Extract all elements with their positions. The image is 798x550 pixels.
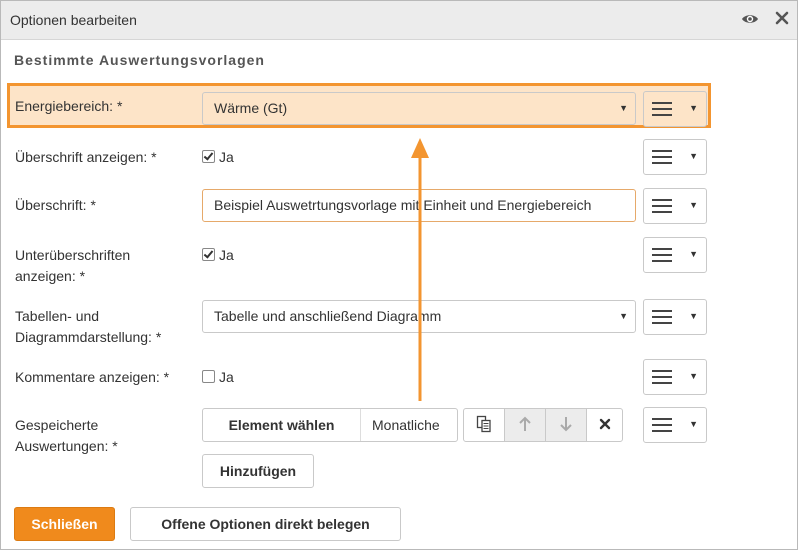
remove-button[interactable]: [586, 408, 623, 442]
row-menu-button-ueberschrift[interactable]: ▼: [643, 188, 707, 224]
row-menu-button-energiebereich[interactable]: ▼: [643, 91, 707, 127]
darstellung-select[interactable]: Tabelle und anschließend Diagramm ▼: [202, 300, 636, 333]
gespeicherte-label: Gespeicherte Auswertungen: *: [15, 415, 118, 457]
copy-icon: [476, 415, 491, 433]
ueberschrift-input[interactable]: Beispiel Auswetrtungsvorlage mit Einheit…: [202, 189, 636, 222]
caret-down-icon: ▼: [689, 103, 698, 113]
edit-options-dialog: Optionen bearbeiten Bestimmte Auswertung…: [0, 0, 798, 550]
row-menu-button-kommentare[interactable]: ▼: [643, 359, 707, 395]
row-menu-button-gespeicherte[interactable]: ▼: [643, 407, 707, 443]
dialog-title: Optionen bearbeiten: [10, 12, 137, 28]
chevron-down-icon: ▼: [619, 103, 628, 113]
caret-down-icon: ▼: [689, 151, 698, 161]
arrow-down-icon: [560, 417, 572, 432]
close-icon[interactable]: [775, 11, 789, 30]
ueberschrift-anzeigen-checkbox[interactable]: Ja: [202, 147, 234, 167]
caret-down-icon: ▼: [689, 249, 698, 259]
caret-down-icon: ▼: [689, 311, 698, 321]
energiebereich-label: Energiebereich: *: [15, 98, 123, 114]
add-button[interactable]: Hinzufügen: [202, 454, 314, 488]
chevron-down-icon: ▼: [619, 311, 628, 321]
copy-button[interactable]: [463, 408, 505, 442]
section-title: Bestimmte Auswertungsvorlagen: [14, 52, 265, 68]
eye-icon[interactable]: [741, 10, 759, 33]
dialog-titlebar: Optionen bearbeiten: [1, 1, 797, 40]
row-menu-button-darstellung[interactable]: ▼: [643, 299, 707, 335]
caret-down-icon: ▼: [689, 371, 698, 381]
label-line-1: Gespeicherte: [15, 417, 99, 433]
menu-icon: [652, 310, 672, 324]
kommentare-checkbox[interactable]: Ja: [202, 367, 234, 387]
unterueberschriften-checkbox[interactable]: Ja: [202, 245, 234, 265]
menu-icon: [652, 418, 672, 432]
menu-icon: [652, 370, 672, 384]
menu-icon: [652, 248, 672, 262]
menu-icon: [652, 102, 672, 116]
close-button[interactable]: Schließen: [14, 507, 115, 541]
label-line-2: Auswertungen: *: [15, 438, 118, 454]
choose-element-button[interactable]: Element wählen: [203, 409, 361, 441]
caret-down-icon: ▼: [689, 200, 698, 210]
energiebereich-select[interactable]: Wärme (Gt) ▼: [202, 92, 636, 125]
darstellung-label: Tabellen- und Diagrammdarstellung: *: [15, 306, 161, 348]
checkbox-checked-icon: [202, 248, 215, 261]
fill-open-options-button[interactable]: Offene Optionen direkt belegen: [130, 507, 401, 541]
checkbox-checked-icon: [202, 150, 215, 163]
unterueberschriften-text: Ja: [219, 247, 234, 263]
label-line-1: Tabellen- und: [15, 308, 100, 324]
menu-icon: [652, 199, 672, 213]
label-line-2: anzeigen: *: [15, 268, 86, 284]
arrow-up-icon: [519, 416, 531, 431]
unterueberschriften-label: Unterüberschriften anzeigen: *: [15, 245, 130, 287]
element-picker: Element wählen Monatliche: [202, 408, 458, 442]
energiebereich-value: Wärme (Gt): [214, 100, 288, 116]
move-up-button[interactable]: [504, 408, 546, 442]
row-menu-button-unterueberschriften[interactable]: ▼: [643, 237, 707, 273]
checkbox-unchecked-icon: [202, 370, 215, 383]
ueberschrift-anzeigen-text: Ja: [219, 149, 234, 165]
close-icon: [599, 418, 610, 430]
move-down-button[interactable]: [545, 408, 587, 442]
kommentare-text: Ja: [219, 369, 234, 385]
ueberschrift-label: Überschrift: *: [15, 197, 96, 213]
kommentare-label: Kommentare anzeigen: *: [15, 369, 170, 385]
label-line-2: Diagrammdarstellung: *: [15, 329, 162, 345]
darstellung-value: Tabelle und anschließend Diagramm: [214, 308, 442, 324]
ueberschrift-anzeigen-label: Überschrift anzeigen: *: [15, 149, 157, 165]
selected-element-value: Monatliche: [372, 417, 440, 433]
caret-down-icon: ▼: [689, 419, 698, 429]
menu-icon: [652, 150, 672, 164]
label-line-1: Unterüberschriften: [15, 247, 131, 263]
row-menu-button-ueberschrift-anzeigen[interactable]: ▼: [643, 139, 707, 175]
